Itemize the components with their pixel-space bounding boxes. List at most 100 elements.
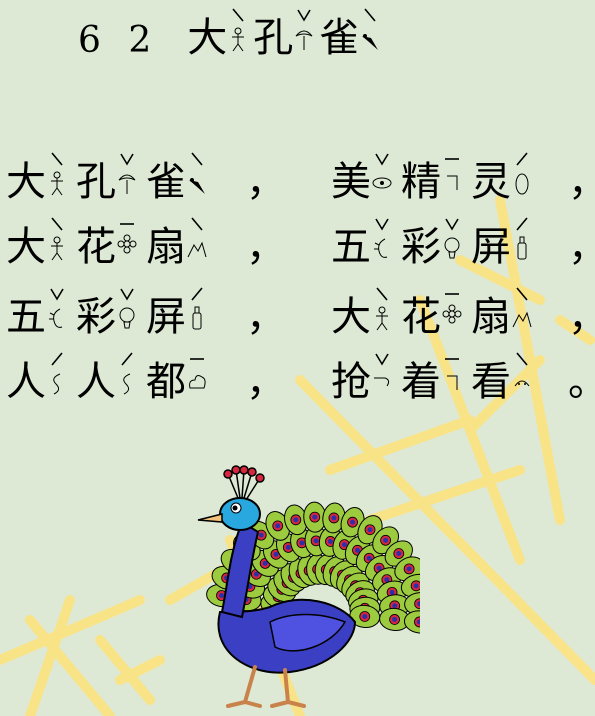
tone-mark-falling bbox=[191, 152, 203, 166]
hanzi-character: 大 bbox=[331, 294, 371, 340]
syllable: 灵 bbox=[471, 150, 535, 214]
hanzi-character: 都 bbox=[146, 359, 186, 405]
bracket-icon bbox=[447, 375, 458, 390]
hanzi-character: 人 bbox=[6, 359, 46, 405]
syllable: 着 bbox=[401, 350, 465, 414]
hanzi-character: 抢 bbox=[331, 359, 371, 405]
syllable: 扇 bbox=[146, 215, 210, 279]
poem-line: 大孔雀 美精灵 ， ， bbox=[6, 150, 595, 214]
poem-line: 大花扇 五彩屏 ， ， bbox=[6, 215, 595, 279]
syllable: 彩 bbox=[76, 285, 140, 349]
tone-mark-level bbox=[445, 358, 459, 360]
tone-mark-falling bbox=[191, 217, 203, 231]
hanzi-character: 着 bbox=[401, 359, 441, 405]
hanzi-character: 雀 bbox=[146, 159, 186, 205]
syllable: 都 bbox=[146, 350, 210, 414]
punctuation: 。 bbox=[568, 350, 595, 414]
person-icon bbox=[232, 27, 245, 52]
tone-mark-falling bbox=[516, 287, 528, 301]
tone-mark-level bbox=[445, 158, 459, 160]
peacock-beak bbox=[197, 513, 223, 523]
hanzi-character: 五 bbox=[6, 294, 46, 340]
tone-mark-rising bbox=[516, 152, 528, 166]
flower-icon bbox=[442, 304, 462, 324]
tone-mark-falling bbox=[232, 8, 244, 22]
hand-icon bbox=[374, 238, 388, 258]
flower-icon bbox=[117, 234, 137, 254]
tone-mark-level bbox=[190, 358, 204, 360]
syllable: 彩 bbox=[401, 215, 465, 279]
syllable: 人 bbox=[6, 350, 70, 414]
syllable: 孔 bbox=[253, 6, 317, 70]
tone-mark-dip bbox=[50, 288, 64, 301]
swirl-icon bbox=[53, 373, 61, 395]
bulb-icon bbox=[444, 237, 460, 259]
tone-mark-rising bbox=[191, 287, 203, 301]
person-icon bbox=[376, 306, 388, 331]
syllable: 花 bbox=[76, 215, 140, 279]
swirl-icon bbox=[123, 373, 131, 395]
syllable: 看 bbox=[471, 350, 535, 414]
tone-mark-dip bbox=[375, 218, 389, 231]
hanzi-character: 雀 bbox=[319, 15, 360, 61]
lesson-title: 6 2 大孔雀 bbox=[78, 8, 387, 66]
bulb-icon bbox=[119, 307, 135, 329]
tone-mark-falling bbox=[51, 152, 63, 166]
tone-mark-falling bbox=[376, 287, 388, 301]
tone-mark-dip bbox=[445, 218, 459, 231]
hanzi-character: 灵 bbox=[471, 159, 511, 205]
tone-mark-level bbox=[120, 223, 134, 225]
syllable: 雀 bbox=[319, 6, 383, 70]
syllable: 孔 bbox=[76, 150, 140, 214]
hanzi-character: 五 bbox=[331, 224, 371, 270]
hanzi-character: 扇 bbox=[471, 294, 511, 340]
bracket-icon bbox=[447, 175, 458, 190]
punctuation: ， bbox=[568, 215, 595, 279]
hanzi-character: 扇 bbox=[146, 224, 186, 270]
syllable: 精 bbox=[401, 150, 465, 214]
face-icon bbox=[514, 380, 530, 387]
syllable: 人 bbox=[76, 350, 140, 414]
syllable: 抢 bbox=[331, 350, 395, 414]
syllable: 雀 bbox=[146, 150, 210, 214]
bloom-icon bbox=[295, 30, 313, 50]
mountain-icon bbox=[512, 311, 532, 328]
hanzi-character: 花 bbox=[401, 294, 441, 340]
syllable: 大 bbox=[187, 6, 251, 70]
bottle-icon bbox=[192, 306, 202, 330]
hanzi-character: 孔 bbox=[253, 15, 294, 61]
bird-icon bbox=[189, 178, 205, 194]
oval-icon bbox=[515, 173, 529, 195]
poem-line: 人人都抢着看，。 bbox=[6, 350, 595, 414]
syllable: 大 bbox=[6, 215, 70, 279]
peacock-head bbox=[219, 497, 261, 531]
eye-icon bbox=[372, 177, 392, 189]
title-syllables: 大孔雀 bbox=[187, 8, 387, 66]
tone-mark-rising bbox=[516, 217, 528, 231]
peacock-crest bbox=[223, 465, 265, 501]
bloom-icon bbox=[118, 174, 136, 194]
syllable: 五 bbox=[6, 285, 70, 349]
lesson-number: 6 2 bbox=[78, 19, 160, 61]
hanzi-character: 人 bbox=[76, 359, 116, 405]
punctuation: ， bbox=[246, 294, 286, 340]
hanzi-character: 精 bbox=[401, 159, 441, 205]
tone-mark-falling bbox=[51, 217, 63, 231]
hanzi-character: 屏 bbox=[471, 224, 511, 270]
tone-mark-dip bbox=[375, 153, 389, 166]
bird-icon bbox=[362, 34, 379, 50]
hanzi-character: 大 bbox=[187, 15, 228, 61]
hand-icon bbox=[49, 308, 63, 328]
hook-icon bbox=[374, 377, 390, 387]
mountain-icon bbox=[187, 241, 207, 258]
punctuation: ， bbox=[246, 359, 286, 405]
peacock-illustration bbox=[197, 465, 420, 708]
peacock-pupil bbox=[232, 505, 238, 511]
punctuation: ， bbox=[568, 150, 595, 214]
tone-mark-dip bbox=[120, 288, 134, 301]
punctuation: ， bbox=[568, 285, 595, 349]
hanzi-character: 美 bbox=[331, 159, 371, 205]
hanzi-character: 屏 bbox=[146, 294, 186, 340]
tone-mark-falling bbox=[364, 8, 376, 22]
tone-mark-dip bbox=[297, 9, 311, 22]
